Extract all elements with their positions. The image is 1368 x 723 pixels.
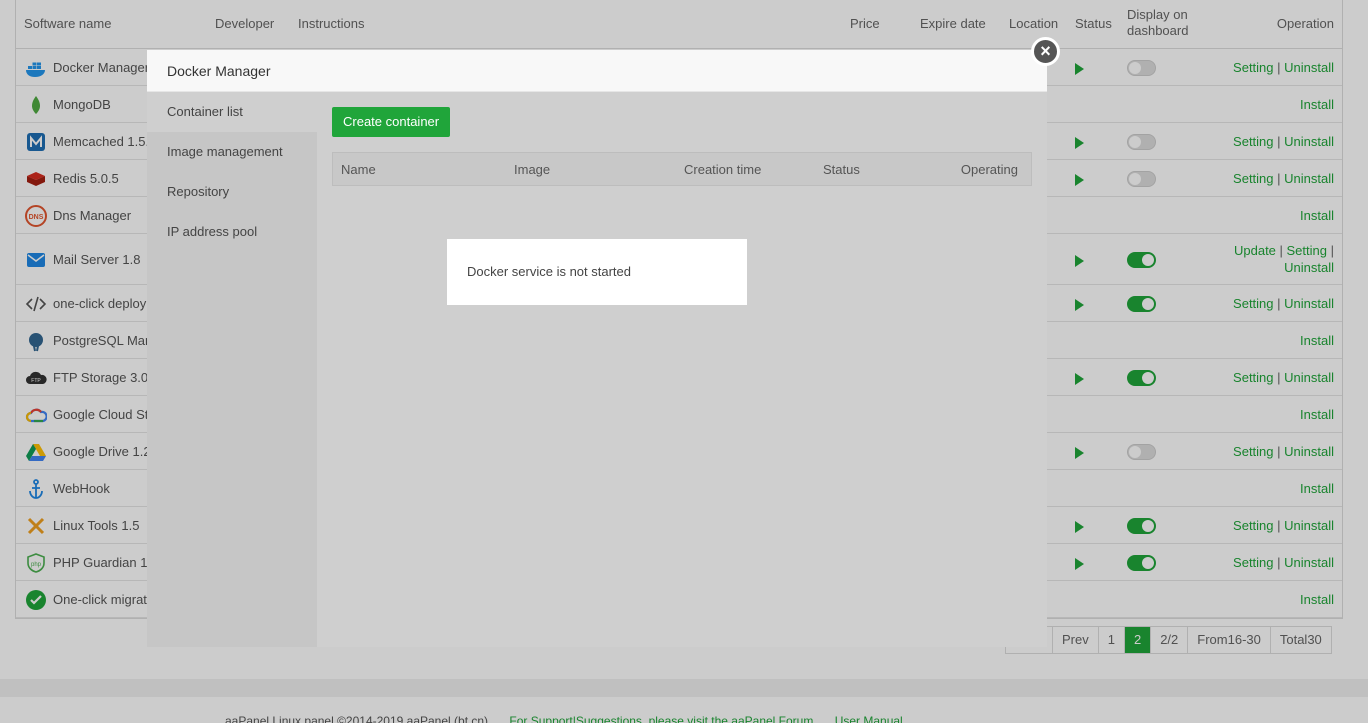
col-status: Status <box>823 162 860 177</box>
close-icon[interactable]: × <box>1031 37 1060 66</box>
nav-container-list[interactable]: Container list <box>147 92 317 132</box>
col-operating: Operating <box>960 162 1018 177</box>
docker-manager-dialog: Docker Manager × Container list Image ma… <box>147 37 1060 647</box>
nav-ip-address-pool[interactable]: IP address pool <box>147 212 317 252</box>
dialog-title: Docker Manager <box>147 50 1047 92</box>
dialog-sidebar: Container list Image management Reposito… <box>147 92 317 647</box>
dialog-main: Create container Name Image Creation tim… <box>317 92 1047 647</box>
col-image: Image <box>514 162 551 177</box>
col-creation-time: Creation time <box>684 162 762 177</box>
col-name: Name <box>341 162 376 177</box>
nav-repository[interactable]: Repository <box>147 172 317 212</box>
create-container-button[interactable]: Create container <box>332 107 451 137</box>
container-table-header: Name Image Creation time Status Operatin… <box>332 152 1032 186</box>
docker-not-started-message: Docker service is not started <box>447 239 747 305</box>
nav-image-management[interactable]: Image management <box>147 132 317 172</box>
